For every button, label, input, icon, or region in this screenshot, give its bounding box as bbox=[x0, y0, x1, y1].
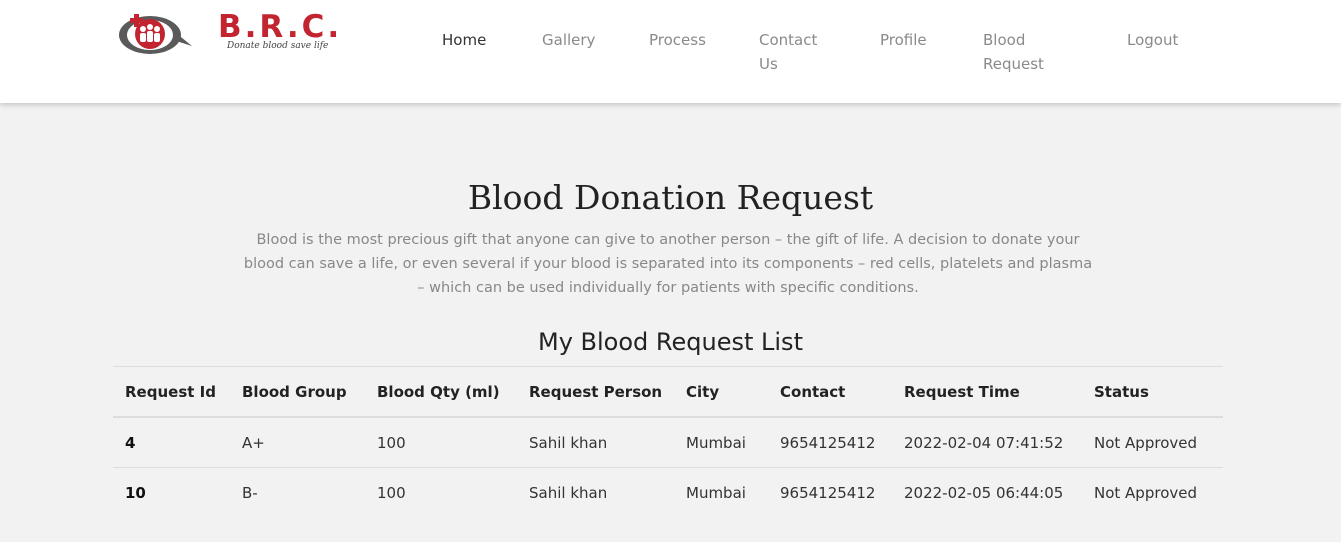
nav-logout[interactable]: Logout bbox=[1127, 28, 1178, 52]
blood-request-table: Request Id Blood Group Blood Qty (ml) Re… bbox=[113, 366, 1223, 517]
city-cell: Mumbai bbox=[674, 467, 768, 517]
page-title: Blood Donation Request bbox=[467, 178, 874, 217]
top-navbar: B.R.C. Donate blood save life Home Galle… bbox=[0, 0, 1341, 103]
nav-blood-request[interactable]: Blood Request bbox=[983, 28, 1058, 76]
request-time-cell: 2022-02-05 06:44:05 bbox=[892, 467, 1082, 517]
city-cell: Mumbai bbox=[674, 416, 768, 468]
col-blood-group: Blood Group bbox=[230, 366, 365, 418]
blood-qty-cell: 100 bbox=[365, 467, 517, 517]
col-blood-qty: Blood Qty (ml) bbox=[365, 366, 517, 418]
request-list-title: My Blood Request List bbox=[538, 328, 803, 356]
request-time-cell: 2022-02-04 07:41:52 bbox=[892, 416, 1082, 468]
nav-process[interactable]: Process bbox=[649, 28, 706, 52]
nav-contact-us[interactable]: Contact Us bbox=[759, 28, 824, 76]
request-person-cell: Sahil khan bbox=[517, 416, 674, 468]
request-person-cell: Sahil khan bbox=[517, 467, 674, 517]
col-contact: Contact bbox=[768, 366, 892, 418]
request-id-cell: 10 bbox=[113, 467, 230, 517]
col-request-id: Request Id bbox=[113, 366, 230, 418]
col-city: City bbox=[674, 366, 768, 418]
table-header-row: Request Id Blood Group Blood Qty (ml) Re… bbox=[113, 366, 1223, 418]
nav-home[interactable]: Home bbox=[442, 28, 486, 52]
col-status: Status bbox=[1082, 366, 1223, 418]
blood-group-cell: B- bbox=[230, 467, 365, 517]
table-row: 10 B- 100 Sahil khan Mumbai 9654125412 2… bbox=[113, 467, 1223, 517]
status-cell: Not Approved bbox=[1082, 467, 1223, 517]
col-request-time: Request Time bbox=[892, 366, 1082, 418]
blood-qty-cell: 100 bbox=[365, 416, 517, 468]
col-request-person: Request Person bbox=[517, 366, 674, 418]
table-row: 4 A+ 100 Sahil khan Mumbai 9654125412 20… bbox=[113, 416, 1223, 468]
blood-drop-people-icon bbox=[119, 14, 192, 54]
contact-cell: 9654125412 bbox=[768, 416, 892, 468]
brand-tagline: Donate blood save life bbox=[227, 41, 329, 51]
page-description: Blood is the most precious gift that any… bbox=[243, 232, 1093, 296]
brand-name: B.R.C. bbox=[218, 9, 343, 45]
blood-group-cell: A+ bbox=[230, 416, 365, 468]
status-cell: Not Approved bbox=[1082, 416, 1223, 468]
nav-profile[interactable]: Profile bbox=[880, 28, 927, 52]
nav-gallery[interactable]: Gallery bbox=[542, 28, 595, 52]
request-id-cell: 4 bbox=[113, 416, 230, 468]
brand-logo[interactable]: B.R.C. Donate blood save life bbox=[117, 9, 362, 58]
contact-cell: 9654125412 bbox=[768, 467, 892, 517]
